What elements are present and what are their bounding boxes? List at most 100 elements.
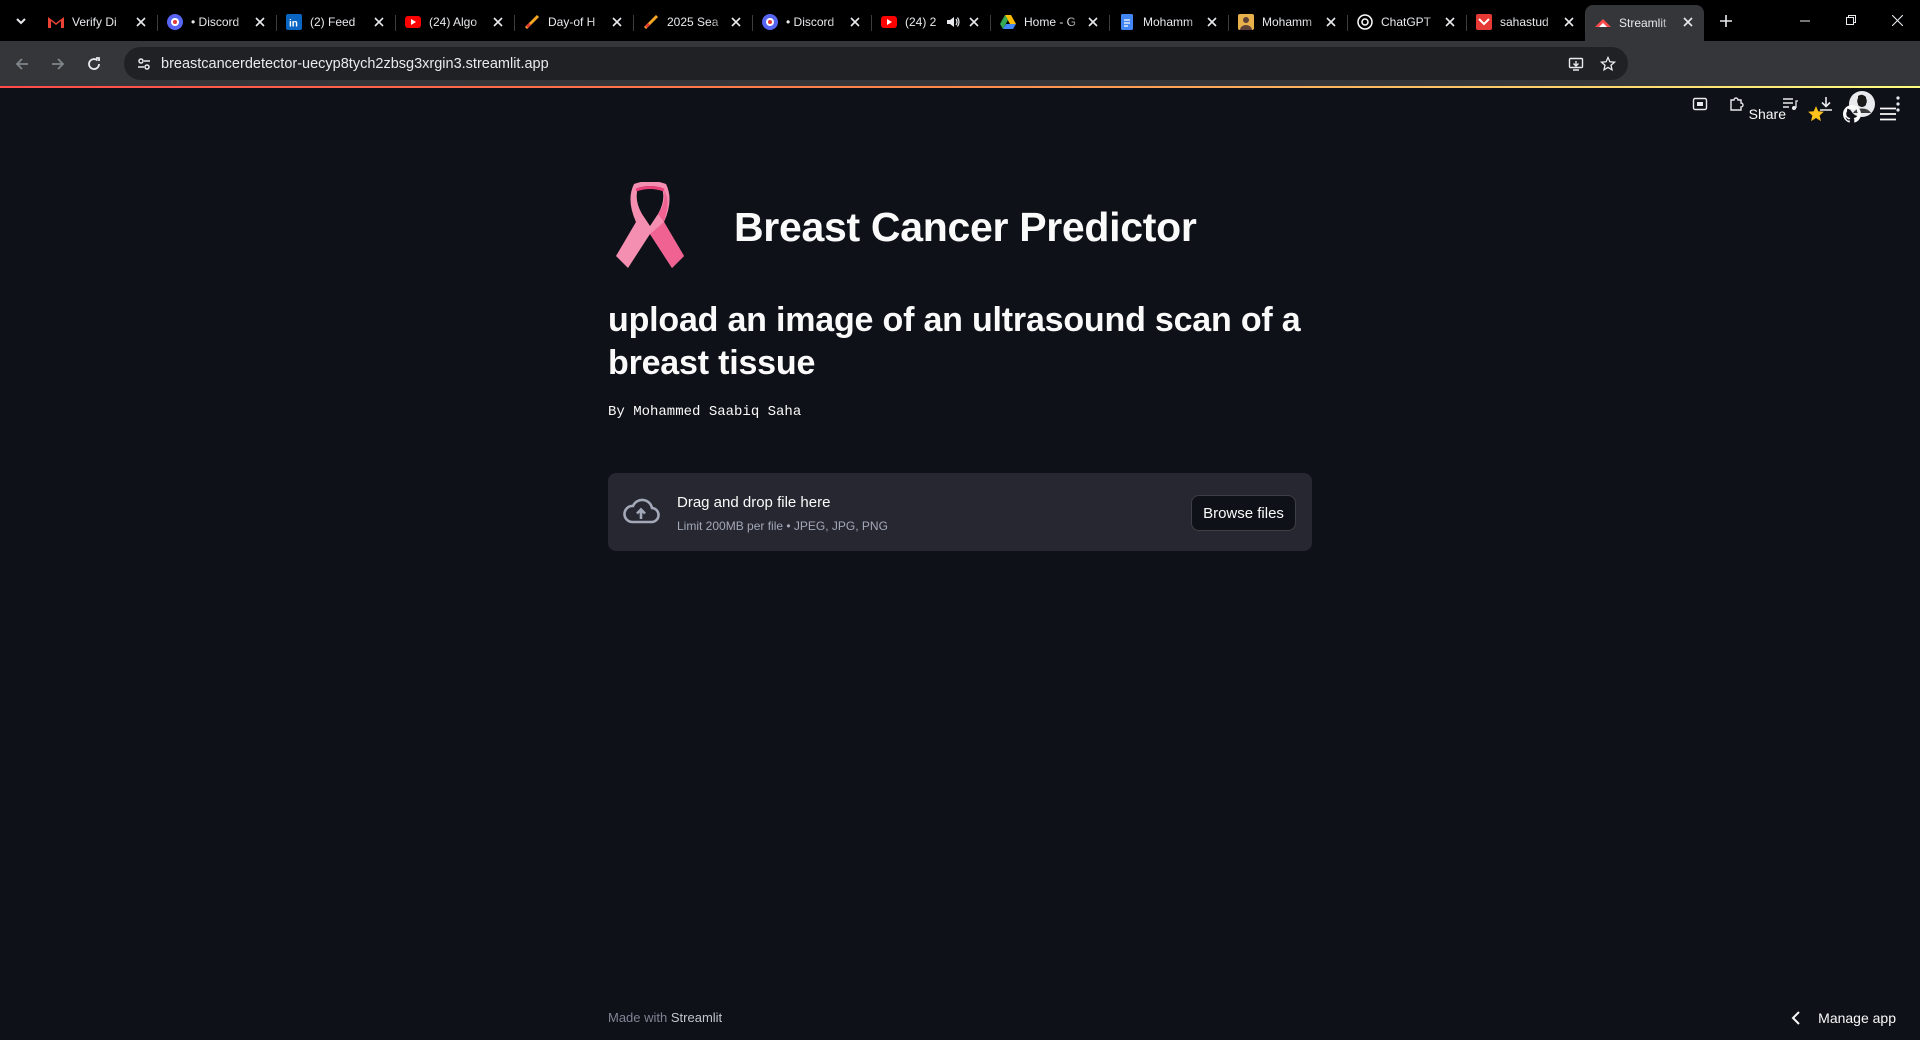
tab-title: Mohamm [1262,14,1313,29]
tab[interactable]: in (2) Feed [276,5,395,39]
tab-title: Day-of H [548,14,596,29]
new-tab-button[interactable] [1710,5,1742,37]
tab-close-icon[interactable] [1443,15,1457,29]
tab-close-icon[interactable] [372,15,386,29]
tab-title: ChatGPT [1381,14,1432,29]
tab-close-icon[interactable] [253,15,267,29]
page-subtitle: upload an image of an ultrasound scan of… [608,301,1301,382]
minimize-icon [1799,20,1810,21]
tab-title: Home - G [1024,14,1077,29]
chevron-down-icon [16,17,26,24]
hackathon-icon [643,14,659,30]
tab[interactable]: (24) Algo [395,5,514,39]
browse-files-button[interactable]: Browse files [1191,495,1296,531]
image-icon [1238,13,1254,30]
tab-close-icon[interactable] [848,15,862,29]
tab[interactable]: Day-of H [514,5,633,39]
app-header: Share [0,88,1920,136]
favorite-button[interactable] [1798,98,1834,130]
restore-button[interactable] [1828,0,1874,40]
tab-title: sahastud [1500,14,1549,29]
tab-close-icon[interactable] [610,15,624,29]
install-app-button[interactable] [1562,50,1590,78]
install-icon [1568,57,1584,71]
docs-icon [1119,13,1135,30]
linkedin-icon: in [286,13,302,30]
author-byline: By Mohammed Saabiq Saha [608,404,802,420]
site-info-button[interactable] [130,50,158,78]
drive-icon [1000,14,1016,30]
tab-close-icon[interactable] [1086,15,1100,29]
app-footer: Made with Streamlit [608,1010,722,1025]
file-uploader-dropzone[interactable]: Drag and drop file here Limit 200MB per … [608,473,1312,551]
tab-title: Verify Di [72,14,117,29]
tab-title: Mohamm [1143,14,1194,29]
window-controls [1782,0,1920,40]
tab-close-icon[interactable] [134,15,148,29]
tune-icon [138,57,150,70]
hamburger-menu-icon [1880,107,1896,121]
tab[interactable]: • Discord [157,5,276,39]
tab[interactable]: • Discord [752,5,871,39]
tab[interactable]: sahastud [1466,5,1585,39]
plus-icon [1720,14,1732,27]
discord-icon [167,13,183,30]
streamlit-icon [1595,15,1611,31]
dropzone-limits: Limit 200MB per file • JPEG, JPG, PNG [677,519,888,533]
pink-ribbon-icon [616,182,684,268]
tab-close-icon[interactable] [1324,15,1338,29]
made-with-text: Made with [608,1010,668,1025]
bookmark-button[interactable] [1594,50,1622,78]
star-outline-icon [1600,56,1616,72]
tab[interactable]: Home - G [990,5,1109,39]
speaker-icon[interactable] [946,16,960,28]
svg-text:in: in [289,18,298,29]
reload-icon [88,56,100,70]
tab-close-icon[interactable] [1681,15,1695,29]
streamlit-link[interactable]: Streamlit [671,1010,722,1025]
tab-title: (2) Feed [310,14,356,29]
manage-app-button[interactable]: Manage app [1782,1005,1896,1031]
arrow-right-icon [52,57,65,70]
close-window-button[interactable] [1874,0,1920,40]
minimize-button[interactable] [1782,0,1828,40]
tab-close-icon[interactable] [1562,15,1576,29]
tab-close-icon[interactable] [967,15,981,29]
tab-title: Streamlit [1619,16,1667,30]
share-button[interactable]: Share [1737,100,1798,128]
title-row: Breast Cancer Predictor [608,182,1312,274]
github-icon [1843,105,1861,123]
tab-title: • Discord [786,14,835,29]
url-text[interactable]: breastcancerdetector-uecyp8tych2zbsg3xrg… [161,56,549,72]
browser-tab-strip: Verify Di • Discord in (2) Feed (24) Algo Day… [0,0,1920,41]
tab[interactable]: 2025 Sea [633,5,752,39]
tab[interactable]: ChatGPT [1347,5,1466,39]
tab-title: • Discord [191,14,240,29]
tab-close-icon[interactable] [729,15,743,29]
tab[interactable]: (24) 2 [871,5,990,39]
reload-button[interactable] [76,46,112,82]
discord-icon [762,13,778,30]
tab-search-button[interactable] [4,4,38,38]
tab-title: 2025 Sea [667,14,719,29]
forward-button[interactable] [40,46,76,82]
tab[interactable]: Verify Di [38,5,157,39]
address-bar[interactable]: breastcancerdetector-uecyp8tych2zbsg3xrg… [124,47,1628,80]
tab-close-icon[interactable] [1205,15,1219,29]
app-icon [1476,13,1492,30]
cloud-upload-icon [623,498,660,524]
back-button[interactable] [4,46,40,82]
tab[interactable]: Mohamm [1228,5,1347,39]
app-toolbar: Share [1737,98,1906,130]
tab[interactable]: Mohamm [1109,5,1228,39]
main-menu-button[interactable] [1870,98,1906,130]
tab-close-icon[interactable] [491,15,505,29]
tab-active[interactable]: Streamlit [1585,5,1704,41]
github-button[interactable] [1834,98,1870,130]
youtube-icon [405,14,421,30]
chatgpt-icon [1357,13,1373,30]
youtube-icon [881,14,897,30]
dropzone-instructions: Drag and drop file here [677,494,831,511]
hackathon-icon [524,14,540,30]
gmail-icon [48,14,64,30]
